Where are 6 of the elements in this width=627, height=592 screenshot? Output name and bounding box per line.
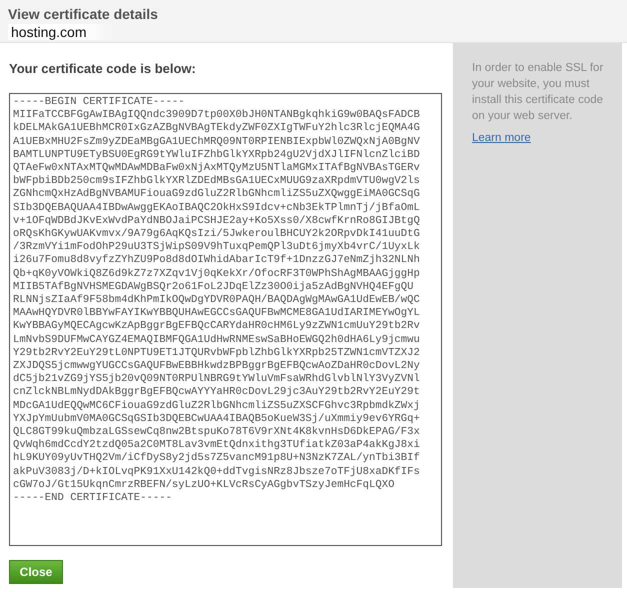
section-heading: Your certificate code is below: bbox=[9, 61, 197, 76]
info-text: In order to enable SSL for your website, you must install this certificate code on your web server. bbox=[472, 61, 604, 124]
certificate-field[interactable]: -----BEGIN CERTIFICATE----- MIIFaTCCBFGgAwIBAgIQQndc3909D7tp00X0bJH0NTANBgkqhkiG9w0BAQsFADCB kDELMAkGA1UEBhMCR0IxGzAZBgNVBAgTEkdyZWF0ZXIgTWFuY2hlc3RlcjEQMA4G A1UEBxMHU2FsZm9yZDEaMBgGA1UEChMRQ09NT0RPIENBIExpbWl0ZWQxNjA0BgNV BAMTLUNPTU9ETyBSU0EgRG9tYWluIFZhbGlkYXRpb24gU2VjdXJlIFNlcnZlciBD QTAeFw0xNTAxMTQwMDAwMDBaFw0xNjAxMTQyMzU5NTlaMGMxITAfBgNVBAsTGERv bWFpbiBDb250cm9sIFZhbGlkYXRlZDEdMBsGA1UECxMUUG9zaXRpdmVTU0wgV2ls ZGNhcmQxHzAdBgNVBAMUFiouaG9zdGluZ2RlbGNhcmliZS5uZXQwggEiMA0GCSqG SIb3DQEBAQUAA4IBDwAwggEKAoIBAQC2OkHxS9Idcv+cNb3EkTPlmnTj/jBfaOmL v+1OFqWDBdJKvExWvdPaYdNBOJaiPCSHJE2ay+Ko5Xss0/X8cwfKrnRo8GIJBtgQ oRQsKhGKywUAKvmvx/9A79g6AqKQsIzi/5JwkeroulBHCUY2k2ORpvDkI41uuDtG /3RzmVYi1mFodOhP29uU3TSjWipS09V9hTuxqPemQPl3uDt6jmyXb4vrC/1UyxLk i26u7Fomu8d8vyfzZYhZU9Po8d8dOIWhidAbarIcT9f+1DnzzGJ7eNmZjh32NLNh Qb+qK0yVOWkiQ8Z6d9kZ7z7XZqv1Vj0qKekXr/OfocRF3T0WPhShAgMBAAGjggHp MIIB5TAfBgNVHSMEGDAWgBSQr2o61FoL2JDqElZz30O0ija5zAdBgNVHQ4EFgQU RLNNjsZIaAf9F58bm4dKhPmIkOQwDgYDVR0PAQH/BAQDAgWgMAwGA1UdEwEB/wQC MAAwHQYDVR0lBBYwFAYIKwYBBQUHAwEGCCsGAQUFBwMCME8GA1UdIARIMEYwOgYL KwYBBAGyMQECAgcwKzApBggrBgEFBQcCARYdaHR0cHM6Ly9zZWN1cmUuY29tb2Rv LmNvbS9DUFMwCAYGZ4EMAQIBMFQGA1UdHwRNMEswSaBHoEWGQ2h0dHA6Ly9jcmwu Y29tb2RvY2EuY29tL0NPTU9ET1JTQURvbWFpblZhbGlkYXRpb25TZWN1cmVTZXJ2 ZXJDQS5jcmwwgYUGCCsGAQUFBwEBBHkwdzBPBggrBgEFBQcwAoZDaHR0cDovL2Ny dC5jb21vZG9jYS5jb20vQ09NT0RPUlNBRG9tYWluVmFsaWRhdGlvblNlY3VyZVNl cnZlckNBLmNydDAkBggrBgEFBQcwAYYYaHR0cDovL29jc3AuY29tb2RvY2EuY29t MDcGA1UdEQQwMC6CFiouaG9zdGluZ2RlbGNhcmliZS5uZXSCFGhvc3RpbmdkZWxj YXJpYmUubmV0MA0GCSqGSIb3DQEBCwUAA4IBAQB5oKueW3Sj/uXmmiy9ev6YRGq+ QLC8GT99kuQmbzaLGSsewCq8nw2BtspuKo78T6V9rXNt4K8kvnHsD6DkEPAG/F3x QvWqh6mdCcdY2tzdQ05a2C0MT8Lav3vmEtQdnxithg3TUfiatkZ03aP4akKgJ8xi hL9KUY09yUvTHQ2Vm/iCfDyS8y2jd5s7Z5vancM91p8U+N3NzK7ZAL/ynTbi3BIf akPuV3083j/D+kIOLvqPK91XxU142kQ0+ddTvgisNRz8Jbsze7oTFjU8xaDKfIFs cGW7oJ/Gt15UkqnCmrzRBEFN/syLzUO+KLVcRsCyAGgbvTSzyJemHcFqLQXO -----END CERTIFICATE----- bbox=[9, 93, 442, 546]
learn-more-link[interactable]: Learn more bbox=[472, 132, 531, 144]
close-button[interactable]: Close bbox=[9, 560, 63, 584]
dialog-title: View certificate details bbox=[8, 6, 159, 22]
